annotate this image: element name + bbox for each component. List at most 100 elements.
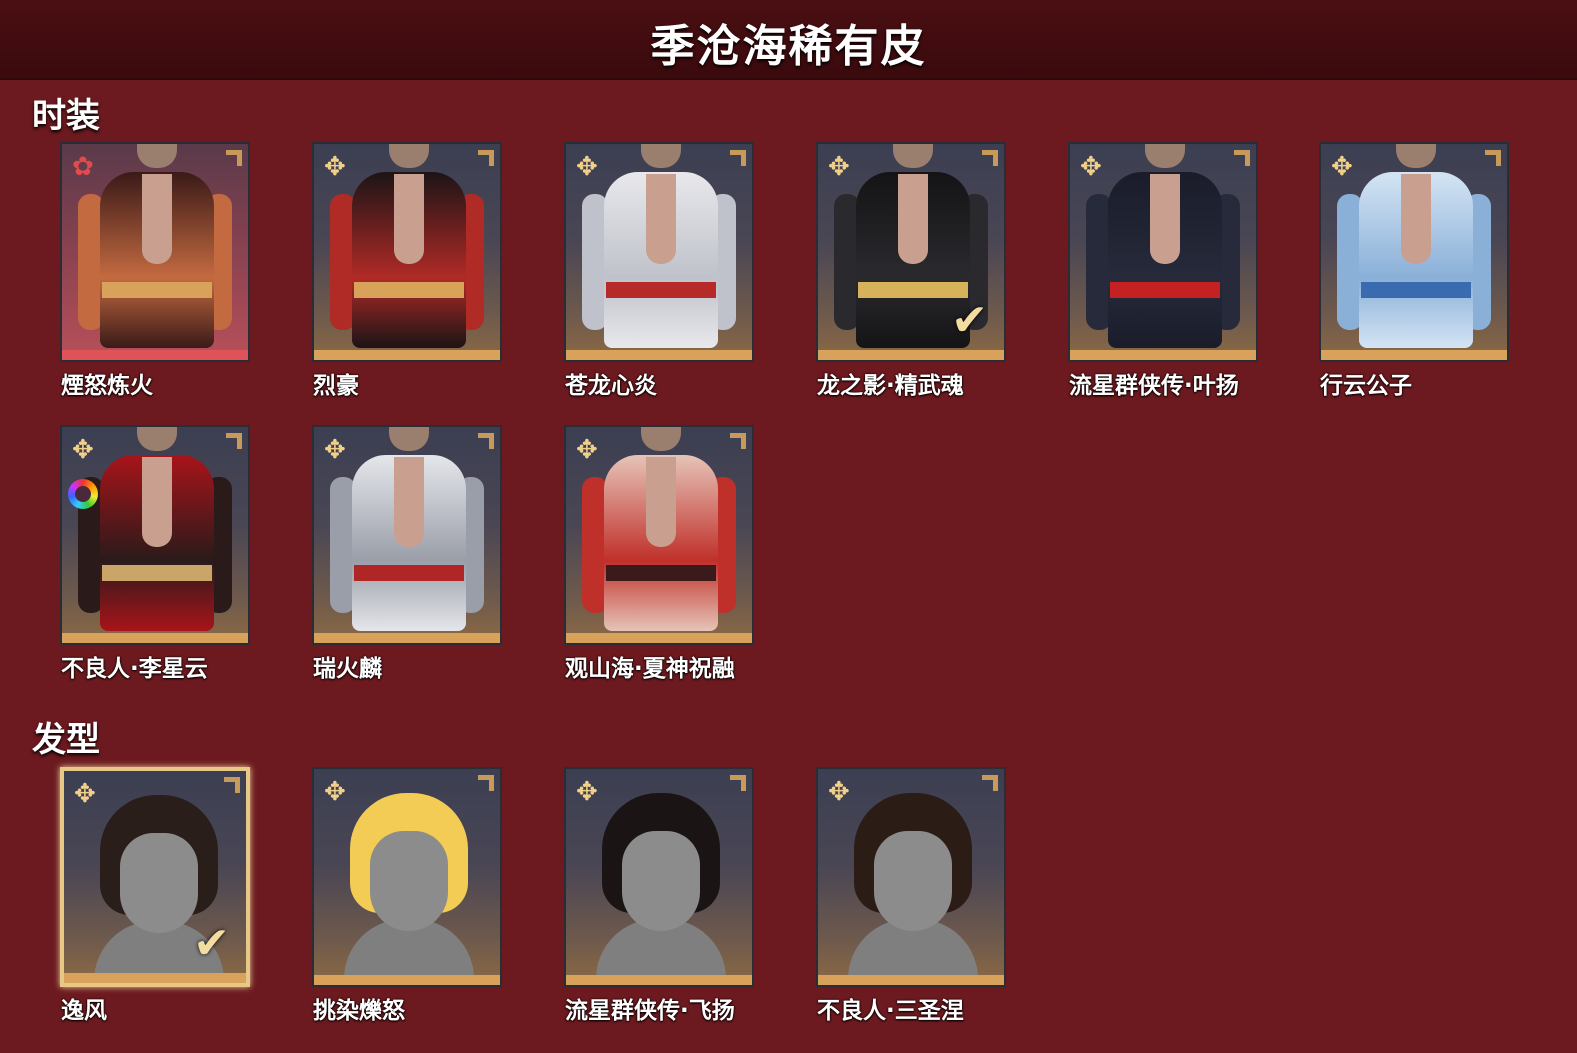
rarity-bar (62, 633, 248, 643)
gold-star-icon: ✥ (74, 779, 96, 809)
outfit-chest (898, 174, 928, 264)
section-title-outfits: 时装 (32, 96, 100, 136)
outfit-name: 行云公子 (1320, 373, 1412, 399)
corner-mark-icon (224, 777, 240, 793)
hair-card[interactable]: ✥ (312, 767, 502, 987)
outfit-name: 观山海·夏神祝融 (565, 656, 735, 682)
outfit-belt (354, 282, 464, 298)
gold-star-icon: ✥ (324, 777, 346, 807)
rarity-bar (566, 633, 752, 643)
gold-star-icon: ✥ (1080, 152, 1102, 182)
rarity-bar (314, 350, 500, 360)
outfit-card[interactable]: ✥ (1319, 142, 1509, 362)
gold-star-icon: ✥ (828, 777, 850, 807)
outfit-card[interactable]: ✥ (60, 425, 250, 645)
outfit-belt (102, 565, 212, 581)
corner-mark-icon (478, 150, 494, 166)
corner-mark-icon (1485, 150, 1501, 166)
outfit-neck (389, 427, 429, 451)
outfit-neck (137, 427, 177, 451)
page-title: 季沧海稀有皮 (650, 21, 927, 72)
gold-star-icon: ✥ (324, 435, 346, 465)
outfit-neck (1396, 144, 1436, 168)
rarity-bar (1070, 350, 1256, 360)
hair-model-face (370, 831, 448, 931)
outfit-card[interactable]: ✿ (60, 142, 250, 362)
section-title-hairstyles: 发型 (32, 720, 100, 760)
outfit-belt (1110, 282, 1220, 298)
dye-wheel-icon (68, 479, 98, 509)
outfit-chest (142, 457, 172, 547)
hair-model-face (874, 831, 952, 931)
corner-mark-icon (730, 150, 746, 166)
outfit-chest (646, 174, 676, 264)
hair-card[interactable]: ✥ (564, 767, 754, 987)
outfit-card[interactable]: ✥ (312, 425, 502, 645)
rarity-bar (566, 975, 752, 985)
corner-mark-icon (982, 150, 998, 166)
rarity-bar (566, 350, 752, 360)
outfit-neck (389, 144, 429, 168)
outfit-chest (646, 457, 676, 547)
outfit-neck (641, 427, 681, 451)
outfit-chest (142, 174, 172, 264)
hair-model-face (120, 833, 198, 933)
corner-mark-icon (1234, 150, 1250, 166)
outfit-card[interactable]: ✥ (312, 142, 502, 362)
outfit-name: 苍龙心炎 (565, 373, 657, 399)
rarity-bar (1321, 350, 1507, 360)
outfit-belt (354, 565, 464, 581)
hair-model-face (622, 831, 700, 931)
check-icon: ✔ (193, 918, 230, 969)
corner-mark-icon (730, 775, 746, 791)
rarity-bar (64, 973, 246, 983)
outfit-chest (1401, 174, 1431, 264)
outfit-card[interactable]: ✥ (564, 142, 754, 362)
outfit-neck (641, 144, 681, 168)
outfit-neck (1145, 144, 1185, 168)
outfit-chest (1150, 174, 1180, 264)
outfit-belt (1361, 282, 1471, 298)
corner-mark-icon (226, 433, 242, 449)
outfit-name: 烈豪 (313, 373, 359, 399)
rarity-bar (818, 975, 1004, 985)
corner-mark-icon (478, 775, 494, 791)
outfit-card[interactable]: ✥ (1068, 142, 1258, 362)
outfit-chest (394, 174, 424, 264)
rarity-bar (818, 350, 1004, 360)
gold-star-icon: ✥ (828, 152, 850, 182)
outfit-name: 瑞火麟 (313, 656, 382, 682)
gold-star-icon: ✥ (576, 152, 598, 182)
outfit-name: 不良人·李星云 (61, 656, 208, 682)
outfit-belt (606, 282, 716, 298)
outfit-belt (606, 565, 716, 581)
outfit-neck (137, 144, 177, 168)
gold-star-icon: ✥ (72, 435, 94, 465)
check-icon: ✔ (951, 295, 988, 346)
outfit-card[interactable]: ✥ (564, 425, 754, 645)
hair-name: 不良人·三圣涅 (817, 998, 964, 1024)
hair-card[interactable]: ✥ ✔ (60, 767, 250, 987)
corner-mark-icon (478, 433, 494, 449)
gold-star-icon: ✥ (576, 777, 598, 807)
hair-name: 逸风 (61, 998, 107, 1024)
red-star-icon: ✿ (72, 152, 94, 182)
outfit-chest (394, 457, 424, 547)
hair-name: 挑染爍怒 (313, 998, 405, 1024)
corner-mark-icon (730, 433, 746, 449)
rarity-bar (62, 350, 248, 360)
outfit-neck (893, 144, 933, 168)
outfit-name: 龙之影·精武魂 (817, 373, 964, 399)
gold-star-icon: ✥ (1331, 152, 1353, 182)
corner-mark-icon (226, 150, 242, 166)
outfit-belt (102, 282, 212, 298)
rarity-bar (314, 975, 500, 985)
hair-name: 流星群侠传·飞扬 (565, 998, 735, 1024)
hair-card[interactable]: ✥ (816, 767, 1006, 987)
gold-star-icon: ✥ (576, 435, 598, 465)
corner-mark-icon (982, 775, 998, 791)
outfit-card[interactable]: ✥ ✔ (816, 142, 1006, 362)
rarity-bar (314, 633, 500, 643)
outfit-name: 流星群侠传·叶扬 (1069, 373, 1239, 399)
outfit-name: 煙怒炼火 (61, 373, 153, 399)
